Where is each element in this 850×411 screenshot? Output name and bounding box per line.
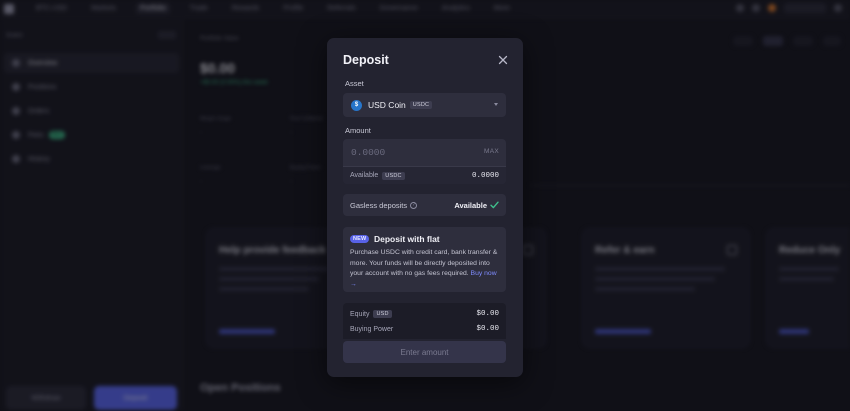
amount-box: MAX Available USDC 0.0000: [343, 139, 506, 184]
available-label: Available: [350, 172, 379, 179]
asset-label: Asset: [345, 79, 364, 88]
fiat-deposit-box: NEW Deposit with flat Purchase USDC with…: [343, 227, 506, 292]
asset-name: USD Coin: [368, 100, 406, 110]
available-row: Available USDC 0.0000: [343, 166, 506, 184]
summary-label: Buying Power: [350, 325, 394, 333]
deposit-modal: Deposit Asset $ USD Coin USDC Amount MAX…: [327, 38, 523, 377]
modal-title: Deposit: [343, 53, 389, 67]
summary-value: $0.00: [476, 325, 499, 333]
gasless-deposits-row: Gasless deposits ? Available: [343, 194, 506, 216]
fiat-description: Purchase USDC with credit card, bank tra…: [350, 248, 502, 290]
amount-label: Amount: [345, 126, 371, 135]
asset-ticker-tag: USDC: [409, 101, 433, 109]
deposit-summary: Equity USD $0.00 Buying Power $0.00: [343, 303, 506, 339]
amount-input[interactable]: [351, 145, 471, 159]
fiat-title: Deposit with flat: [374, 234, 440, 244]
summary-row-buying-power: Buying Power $0.00: [350, 323, 499, 335]
close-icon[interactable]: [497, 54, 509, 66]
available-ticker-tag: USDC: [382, 171, 405, 180]
max-button[interactable]: MAX: [484, 148, 499, 155]
enter-amount-button[interactable]: Enter amount: [343, 341, 506, 363]
summary-row-equity: Equity USD $0.00: [350, 308, 499, 320]
gasless-status: Available: [454, 200, 487, 210]
gasless-label: Gasless deposits: [350, 200, 408, 210]
new-badge: NEW: [350, 235, 370, 243]
info-icon[interactable]: ?: [410, 201, 418, 209]
usdc-coin-icon: $: [351, 99, 362, 111]
summary-label: Equity: [350, 310, 370, 318]
check-icon: [490, 201, 499, 209]
usdc-coin-glyph: $: [354, 102, 359, 108]
asset-select[interactable]: $ USD Coin USDC: [343, 93, 506, 117]
summary-tag: USD: [373, 310, 392, 318]
summary-value: $0.00: [476, 310, 499, 318]
available-value: 0.0000: [471, 171, 499, 180]
chevron-down-icon: [494, 103, 498, 106]
